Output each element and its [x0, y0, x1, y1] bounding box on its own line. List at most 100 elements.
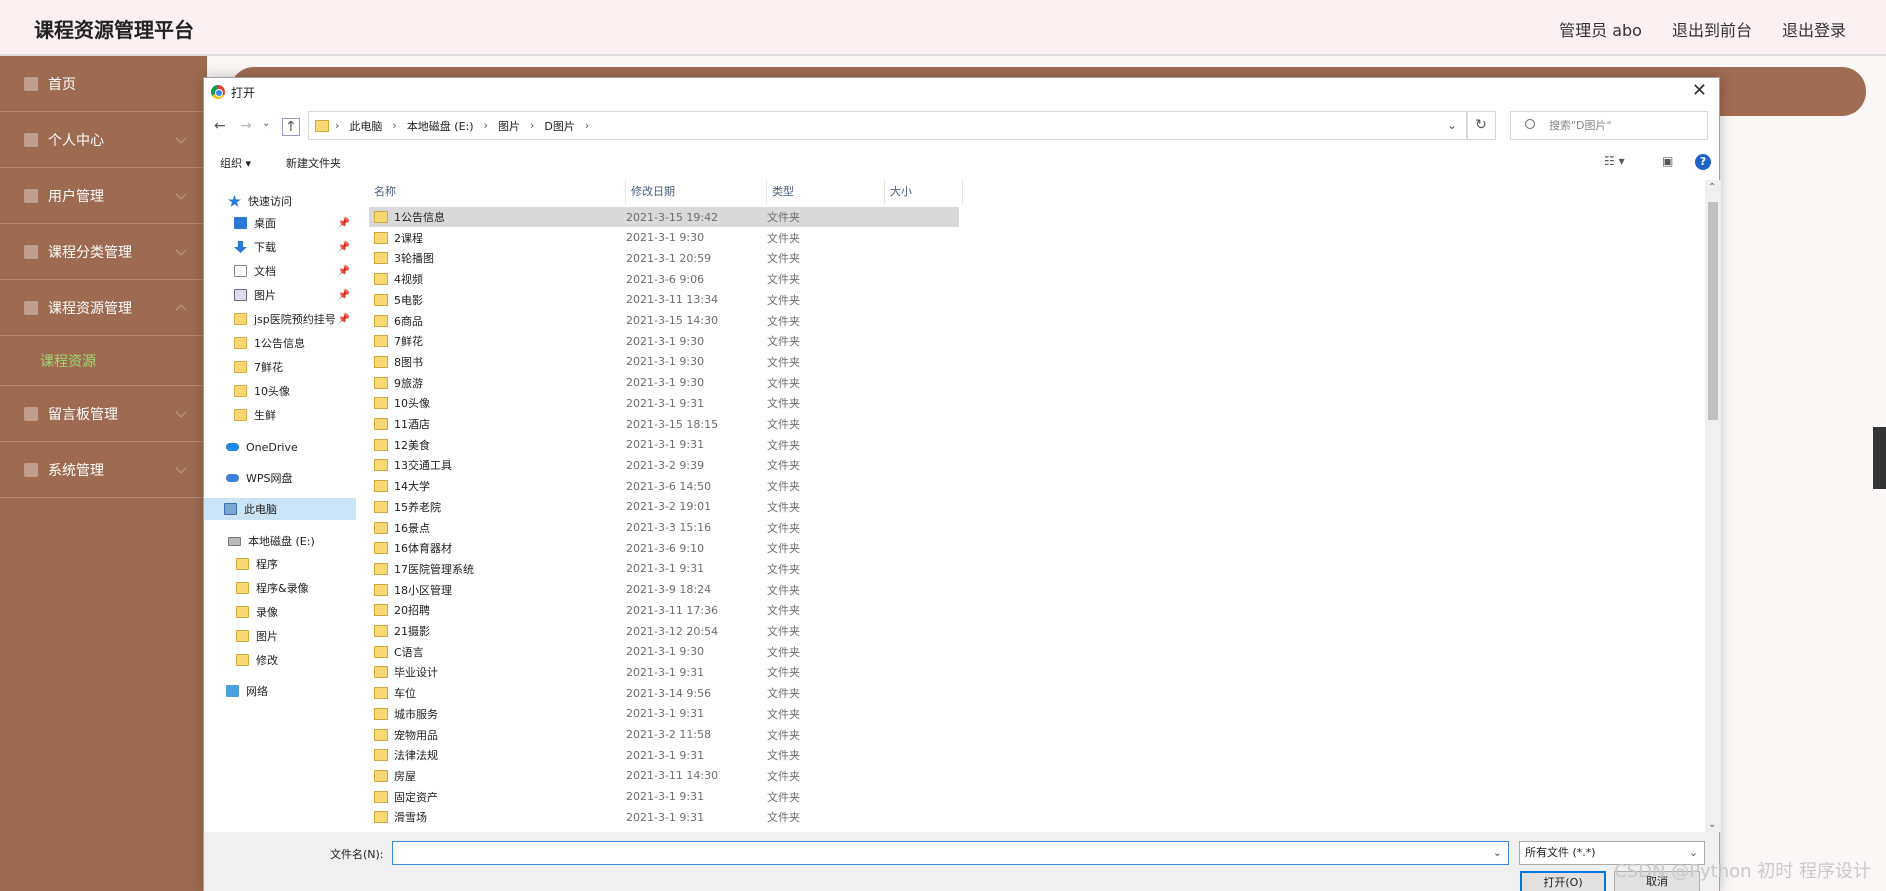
breadcrumb-dpictures[interactable]: D图片: [544, 118, 574, 134]
file-date: 2021-3-2 9:39: [626, 458, 705, 472]
nav-drive-folder-video[interactable]: 录像: [236, 601, 278, 623]
sidebar-item-resources[interactable]: 课程资源管理: [0, 280, 207, 336]
side-scroll-tab[interactable]: [1873, 427, 1886, 489]
nav-onedrive[interactable]: OneDrive: [226, 436, 298, 458]
address-path[interactable]: › 此电脑 › 本地磁盘 (E:) › 图片 › D图片 › ⌄: [308, 111, 1468, 140]
file-row[interactable]: 滑雪场 2021-3-1 9:31 文件夹: [369, 807, 959, 827]
column-header-date[interactable]: 修改日期: [626, 180, 767, 204]
file-row[interactable]: 固定资产 2021-3-1 9:31 文件夹: [369, 787, 959, 807]
scrollbar-thumb[interactable]: [1708, 202, 1718, 420]
sidebar-item-users[interactable]: 用户管理: [0, 168, 207, 224]
file-row[interactable]: 16景点 2021-3-3 15:16 文件夹: [369, 518, 959, 538]
nav-wps[interactable]: WPS网盘: [226, 467, 293, 489]
recent-dropdown-icon[interactable]: ⌄: [262, 118, 270, 129]
nav-downloads[interactable]: 下载 📌: [234, 236, 354, 258]
sidebar-item-messages[interactable]: 留言板管理: [0, 386, 207, 442]
file-row[interactable]: 4视频 2021-3-6 9:06 文件夹: [369, 269, 959, 289]
sidebar-item-profile[interactable]: 个人中心: [0, 112, 207, 168]
nav-this-pc[interactable]: 此电脑: [204, 498, 356, 520]
sidebar-item-home[interactable]: 首页: [0, 56, 207, 112]
nav-drive-folder-modify[interactable]: 修改: [236, 649, 278, 671]
file-date: 2021-3-1 9:30: [626, 231, 705, 245]
file-row[interactable]: 5电影 2021-3-11 13:34 文件夹: [369, 290, 959, 310]
file-row[interactable]: 6商品 2021-3-15 14:30 文件夹: [369, 311, 959, 331]
column-header-size[interactable]: 大小: [885, 180, 963, 204]
nav-pictures[interactable]: 图片 📌: [234, 284, 354, 306]
scroll-down-icon[interactable]: ⌄: [1708, 819, 1716, 830]
nav-documents[interactable]: 文档 📌: [234, 260, 354, 282]
forward-arrow-icon[interactable]: →: [240, 118, 252, 134]
column-header-name[interactable]: 名称: [369, 180, 626, 204]
file-row[interactable]: 车位 2021-3-14 9:56 文件夹: [369, 683, 959, 703]
help-icon[interactable]: ?: [1695, 154, 1711, 170]
filename-input[interactable]: ⌄: [392, 841, 1509, 865]
file-row[interactable]: 法律法规 2021-3-1 9:31 文件夹: [369, 745, 959, 765]
folder-icon: [236, 558, 249, 570]
file-row[interactable]: 10头像 2021-3-1 9:31 文件夹: [369, 393, 959, 413]
back-arrow-icon[interactable]: ←: [214, 118, 226, 134]
scroll-up-icon[interactable]: ⌃: [1708, 182, 1716, 193]
file-row[interactable]: 21摄影 2021-3-12 20:54 文件夹: [369, 621, 959, 641]
file-row[interactable]: 9旅游 2021-3-1 9:30 文件夹: [369, 373, 959, 393]
file-row[interactable]: 3轮播图 2021-3-1 20:59 文件夹: [369, 248, 959, 268]
logout-link[interactable]: 退出登录: [1782, 17, 1846, 41]
nav-desktop[interactable]: 桌面 📌: [234, 212, 354, 234]
pin-icon: 📌: [337, 217, 350, 229]
file-date: 2021-3-1 9:31: [626, 665, 705, 679]
sidebar-subitem-resources[interactable]: 课程资源: [0, 336, 207, 386]
folder-icon: [374, 335, 388, 348]
up-arrow-icon[interactable]: ↑: [282, 118, 300, 136]
nav-jsp-folder[interactable]: jsp医院预约挂号 📌: [234, 308, 354, 330]
back-to-front-link[interactable]: 退出到前台: [1672, 17, 1752, 41]
organize-button[interactable]: 组织 ▾: [220, 155, 251, 171]
file-row[interactable]: 7鲜花 2021-3-1 9:30 文件夹: [369, 331, 959, 351]
chevron-down-icon[interactable]: ⌄: [1493, 846, 1502, 859]
breadcrumb-drive[interactable]: 本地磁盘 (E:): [407, 118, 474, 134]
nav-folder-flowers[interactable]: 7鲜花: [234, 356, 283, 378]
file-row[interactable]: 2课程 2021-3-1 9:30 文件夹: [369, 228, 959, 248]
nav-drive-folder-pictures[interactable]: 图片: [236, 625, 278, 647]
file-name: 1公告信息: [394, 211, 445, 224]
file-row[interactable]: 16体育器材 2021-3-6 9:10 文件夹: [369, 538, 959, 558]
file-row[interactable]: 1公告信息 2021-3-15 19:42 文件夹: [369, 207, 959, 227]
nav-drive-folder-program-video[interactable]: 程序&录像: [236, 577, 309, 599]
file-row[interactable]: 房屋 2021-3-11 14:30 文件夹: [369, 766, 959, 786]
file-row[interactable]: 11酒店 2021-3-15 18:15 文件夹: [369, 414, 959, 434]
file-row[interactable]: 城市服务 2021-3-1 9:31 文件夹: [369, 704, 959, 724]
nav-folder-notice[interactable]: 1公告信息: [234, 332, 305, 354]
chevron-down-icon[interactable]: ⌄: [1447, 118, 1457, 132]
column-header-type[interactable]: 类型: [767, 180, 885, 204]
file-row[interactable]: 18小区管理 2021-3-9 18:24 文件夹: [369, 580, 959, 600]
file-row[interactable]: 17医院管理系统 2021-3-1 9:31 文件夹: [369, 559, 959, 579]
file-date: 2021-3-1 9:31: [626, 396, 705, 410]
view-options-icon[interactable]: ☷ ▾: [1604, 154, 1625, 168]
nav-folder-fresh[interactable]: 生鲜: [234, 404, 276, 426]
sidebar-item-category[interactable]: 课程分类管理: [0, 224, 207, 280]
file-row[interactable]: 宠物用品 2021-3-2 11:58 文件夹: [369, 725, 959, 745]
breadcrumb-pictures[interactable]: 图片: [498, 118, 520, 134]
file-row[interactable]: 13交通工具 2021-3-2 9:39 文件夹: [369, 455, 959, 475]
file-row[interactable]: 15养老院 2021-3-2 19:01 文件夹: [369, 497, 959, 517]
nav-network[interactable]: 网络: [226, 680, 268, 702]
file-row[interactable]: 毕业设计 2021-3-1 9:31 文件夹: [369, 662, 959, 682]
search-input[interactable]: 搜索"D图片": [1510, 111, 1708, 140]
new-folder-button[interactable]: 新建文件夹: [286, 155, 341, 171]
vertical-scrollbar[interactable]: ⌃ ⌄: [1705, 180, 1721, 832]
sidebar-item-system[interactable]: 系统管理: [0, 442, 207, 498]
close-icon[interactable]: ✕: [1692, 80, 1707, 101]
wps-cloud-icon: [226, 474, 239, 482]
file-row[interactable]: 14大学 2021-3-6 14:50 文件夹: [369, 476, 959, 496]
nav-quick-access[interactable]: 快速访问: [228, 190, 292, 212]
computer-icon: [224, 503, 237, 515]
file-row[interactable]: C语言 2021-3-1 9:30 文件夹: [369, 642, 959, 662]
refresh-icon[interactable]: ↻: [1466, 111, 1496, 140]
preview-pane-icon[interactable]: ▣: [1662, 154, 1673, 168]
breadcrumb-this-pc[interactable]: 此电脑: [349, 118, 382, 134]
nav-drive-folder-program[interactable]: 程序: [236, 553, 278, 575]
file-row[interactable]: 20招聘 2021-3-11 17:36 文件夹: [369, 600, 959, 620]
file-row[interactable]: 12美食 2021-3-1 9:31 文件夹: [369, 435, 959, 455]
nav-drive-e[interactable]: 本地磁盘 (E:): [228, 530, 315, 552]
open-button[interactable]: 打开(O): [1520, 871, 1606, 891]
nav-folder-avatar[interactable]: 10头像: [234, 380, 290, 402]
file-row[interactable]: 8图书 2021-3-1 9:30 文件夹: [369, 352, 959, 372]
